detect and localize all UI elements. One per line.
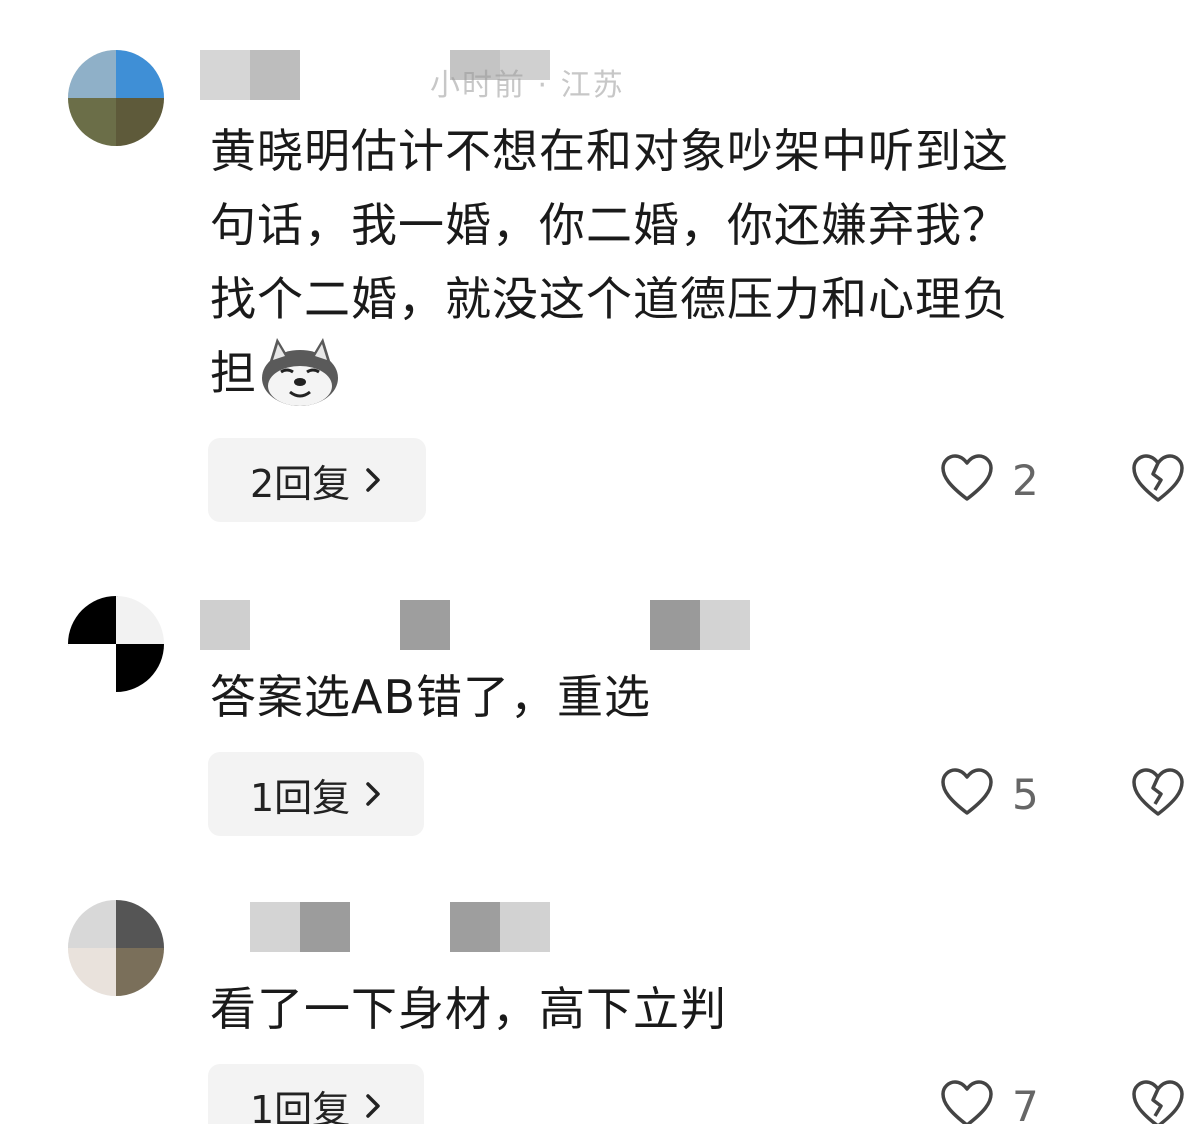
like-button[interactable]: 2 (940, 450, 1039, 510)
username-blur (700, 600, 750, 650)
heart-outline-icon (940, 767, 994, 821)
comment-text-line: 黄晓明估计不想在和对象吵架中听到这 (210, 124, 1009, 178)
username-blur (400, 600, 450, 650)
broken-heart-icon (1130, 1080, 1186, 1124)
comment-text: 答案选AB错了，重选 (210, 660, 1170, 734)
username-row[interactable] (200, 600, 800, 650)
like-count: 7 (1012, 1081, 1039, 1124)
username-row[interactable]: 小时前 · 江苏 (200, 50, 800, 103)
comment-text-line: 答案选AB错了，重选 (210, 670, 652, 724)
comment-text-line: 句话，我一婚，你二婚，你还嫌弃我？ (210, 198, 1009, 252)
husky-sticker-icon (257, 334, 343, 408)
reply-label: 1回复 (250, 1087, 351, 1124)
chevron-right-icon (364, 780, 382, 808)
comment-text-line: 担 (210, 336, 1170, 410)
reply-label: 1回复 (250, 775, 351, 820)
heart-outline-icon (940, 453, 994, 507)
like-count: 2 (1012, 455, 1039, 505)
like-button[interactable]: 5 (940, 764, 1039, 824)
username-blur (250, 902, 300, 952)
chevron-right-icon (364, 466, 382, 494)
avatar[interactable] (68, 900, 164, 996)
username-blur (450, 902, 500, 952)
avatar[interactable] (68, 50, 164, 146)
like-button[interactable]: 7 (940, 1076, 1039, 1124)
username-blur (250, 50, 300, 100)
broken-heart-icon (1130, 768, 1186, 822)
comment-text-tail: 担 (210, 346, 257, 400)
dislike-button[interactable] (1130, 766, 1186, 822)
username-blur (200, 50, 250, 100)
heart-outline-icon (940, 1079, 994, 1124)
comment-list: 小时前 · 江苏 黄晓明估计不想在和对象吵架中听到这 句话，我一婚，你二婚，你还… (0, 0, 1200, 1124)
comment-text: 看了一下身材，高下立判 (210, 972, 1170, 1046)
comment-text-line: 找个二婚，就没这个道德压力和心理负 (210, 272, 1009, 326)
username-blur (200, 600, 250, 650)
reply-label: 2回复 (250, 461, 351, 506)
chevron-right-icon (364, 1092, 382, 1120)
like-count: 5 (1012, 769, 1039, 819)
reply-button[interactable]: 1回复 (208, 752, 424, 836)
broken-heart-icon (1130, 454, 1186, 508)
username-blur (500, 902, 550, 952)
reply-button[interactable]: 1回复 (208, 1064, 424, 1124)
reply-button[interactable]: 2回复 (208, 438, 426, 522)
comment-text-line: 看了一下身材，高下立判 (210, 982, 727, 1036)
username-row[interactable] (200, 902, 800, 952)
username-blur (650, 600, 700, 650)
comment-text: 黄晓明估计不想在和对象吵架中听到这 句话，我一婚，你二婚，你还嫌弃我？ 找个二婚… (210, 114, 1170, 410)
username-blur (300, 902, 350, 952)
avatar[interactable] (68, 596, 164, 692)
dislike-button[interactable] (1130, 452, 1186, 508)
dislike-button[interactable] (1130, 1078, 1186, 1124)
comment-meta: 小时前 · 江苏 (430, 68, 625, 103)
